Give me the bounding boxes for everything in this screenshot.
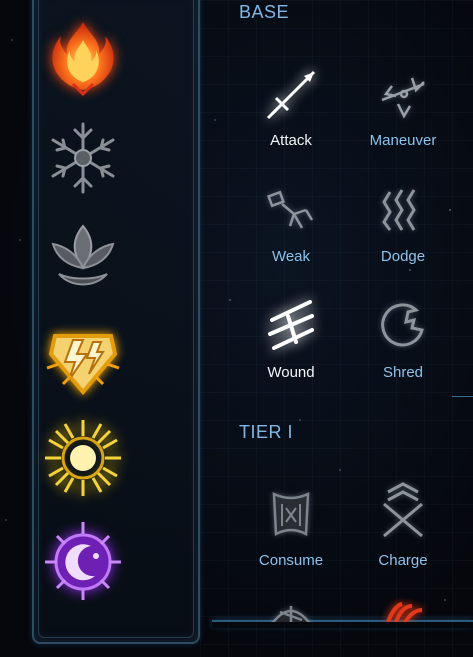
fire-claw-icon [372,598,434,622]
element-lightning-button[interactable] [43,318,123,398]
helmet-icon [260,598,322,622]
skill-maneuver[interactable]: Maneuver [353,64,453,174]
skill-consume[interactable]: Consume [241,484,341,594]
shred-circle-icon [372,296,434,358]
skill-label: Charge [378,552,428,569]
maneuver-arrows-icon [372,64,434,126]
skill-weak[interactable]: Weak [241,180,341,290]
skill-label: Shred [382,364,424,381]
element-light-button[interactable] [43,418,123,498]
crescent-star-icon [45,522,121,600]
element-fire-button[interactable] [43,18,123,98]
section-title-base: BASE [239,2,290,22]
skill-wound[interactable]: Wound [241,296,341,406]
slash-marks-icon [260,296,322,358]
skill-attack[interactable]: Attack [241,64,341,174]
element-frost-button[interactable] [43,118,123,198]
element-arcane-button[interactable] [43,520,123,600]
weak-figure-icon [260,180,322,242]
lotus-icon [51,224,115,286]
lightning-shield-icon [46,334,120,396]
skill-tier1-fire-claw[interactable] [353,598,453,622]
skill-dodge[interactable]: Dodge [353,180,453,290]
dodge-waves-icon [372,180,434,242]
snowflake-icon [51,122,115,194]
charge-arrows-icon [372,482,434,546]
section-title-tier1: TIER I [239,422,294,442]
sword-icon [260,64,322,126]
skill-charge[interactable]: Charge [353,482,453,594]
consume-box-icon [260,484,322,546]
skill-label: Attack [270,132,312,149]
element-earth-button[interactable] [43,218,123,298]
skill-label: Dodge [380,248,426,265]
skill-label: Wound [267,364,315,381]
flame-icon [52,22,114,97]
skill-label: Consume [258,552,324,569]
panel-divider [452,396,473,397]
sun-icon [45,420,121,496]
skill-label: Maneuver [369,132,437,149]
skill-tier1-helmet[interactable] [241,598,341,622]
skill-label: Weak [271,248,311,265]
skill-shred[interactable]: Shred [353,296,453,406]
